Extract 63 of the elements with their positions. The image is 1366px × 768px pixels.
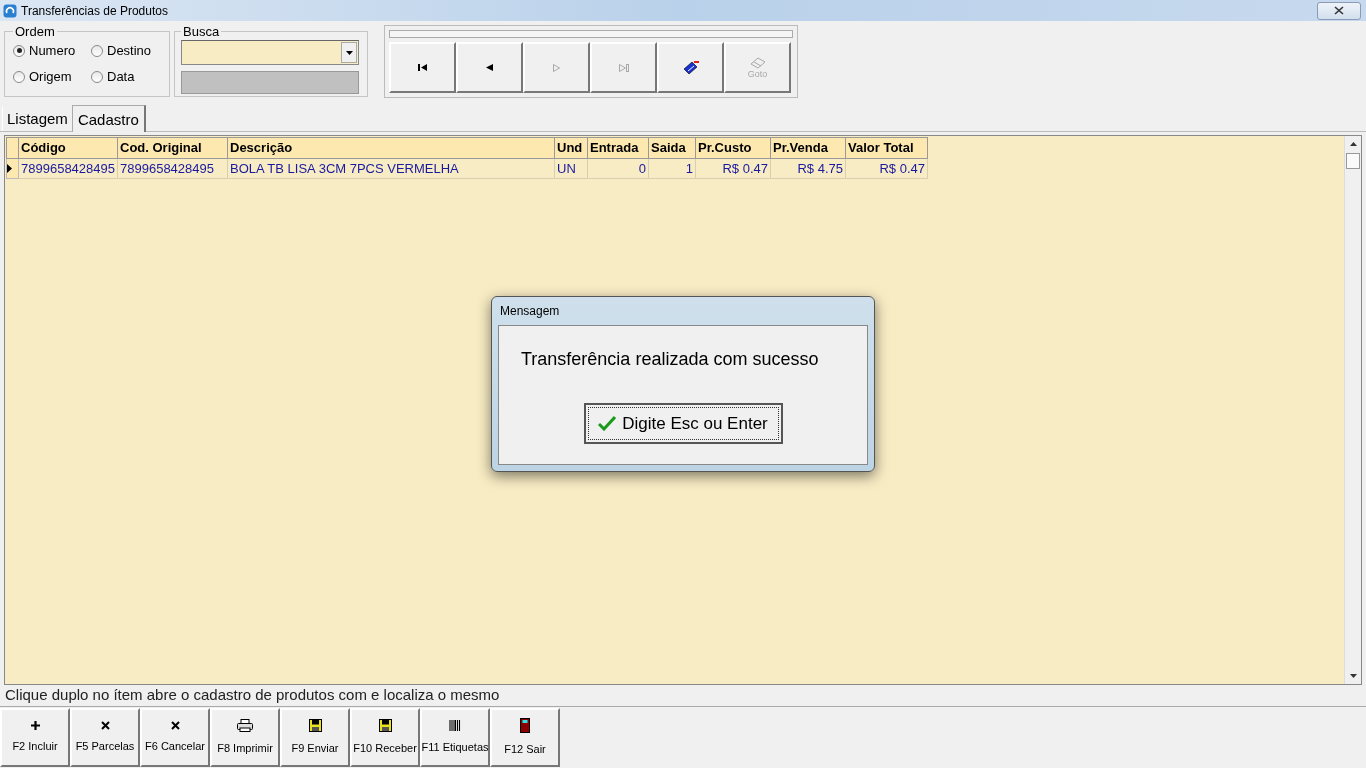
nav-button[interactable] xyxy=(456,42,523,93)
close-button[interactable] xyxy=(1317,1,1361,20)
status-text: Clique duplo no ítem abre o cadastro de produtos com e localiza o mesmo xyxy=(5,685,500,706)
radio-option[interactable]: Origem xyxy=(13,70,91,83)
search-dropdown[interactable] xyxy=(181,40,359,65)
function-button[interactable]: F12 Sair xyxy=(490,708,560,767)
tab[interactable]: Cadastro xyxy=(71,105,146,132)
function-button[interactable]: F9 Enviar xyxy=(280,708,350,767)
function-button[interactable]: F5 Parcelas xyxy=(70,708,140,767)
door-icon xyxy=(520,717,530,733)
table-cell: 1 xyxy=(648,158,696,179)
nav-button[interactable] xyxy=(657,42,724,93)
nav-button[interactable] xyxy=(523,42,590,93)
group-title: Ordem xyxy=(14,25,56,38)
column-header[interactable]: Und xyxy=(554,137,588,158)
function-button[interactable]: F10 Receber xyxy=(350,708,420,767)
printer-icon xyxy=(237,718,253,732)
column-header[interactable]: Entrada xyxy=(587,137,649,158)
radio-option[interactable]: Numero xyxy=(13,44,91,57)
app-icon xyxy=(3,3,17,18)
column-header[interactable]: Saida xyxy=(648,137,696,158)
scroll-down-icon xyxy=(1349,674,1357,678)
close-icon xyxy=(170,720,180,730)
window-title: Transferências de Produtos xyxy=(21,2,168,20)
function-button[interactable]: F8 Imprimir xyxy=(210,708,280,767)
table-cell: UN xyxy=(554,158,588,179)
radio-option[interactable]: Destino xyxy=(91,44,161,57)
dialog-title: Mensagem xyxy=(499,303,560,320)
function-button[interactable]: F6 Cancelar xyxy=(140,708,210,767)
barcode-icon xyxy=(449,719,461,731)
current-row-icon xyxy=(7,163,12,173)
table-cell: BOLA TB LISA 3CM 7PCS VERMELHA xyxy=(227,158,555,179)
function-button[interactable]: F2 Incluir xyxy=(0,708,70,767)
column-header[interactable]: Código xyxy=(18,137,118,158)
nav-button[interactable] xyxy=(389,42,456,93)
table-cell: R$ 0.47 xyxy=(845,158,928,179)
close-icon xyxy=(100,720,110,730)
confirm-button[interactable]: Digite Esc ou Enter xyxy=(583,403,783,444)
vertical-scrollbar[interactable] xyxy=(1344,136,1361,684)
function-button[interactable]: F11 Etiquetas xyxy=(420,708,490,767)
table-cell: 7899658428495 xyxy=(117,158,228,179)
close-icon xyxy=(1334,6,1344,15)
check-icon xyxy=(598,416,617,431)
column-header[interactable]: Pr.Venda xyxy=(770,137,846,158)
radio-option[interactable]: Data xyxy=(91,70,161,83)
scrollbar-thumb[interactable] xyxy=(1346,153,1360,169)
dropdown-arrow-icon xyxy=(345,50,353,55)
table-cell: R$ 4.75 xyxy=(770,158,846,179)
tab[interactable]: Listagem xyxy=(2,107,72,131)
search-field[interactable] xyxy=(181,71,359,94)
column-header[interactable]: Valor Total xyxy=(845,137,928,158)
scroll-up-icon xyxy=(1349,142,1357,146)
table-cell: 7899658428495 xyxy=(18,158,118,179)
plus-icon xyxy=(30,720,40,730)
nav-button[interactable] xyxy=(590,42,657,93)
column-header[interactable]: Descrição xyxy=(227,137,555,158)
column-header[interactable]: Pr.Custo xyxy=(695,137,771,158)
dialog-message: Transferência realizada com sucesso xyxy=(521,348,819,371)
goto-label: Goto xyxy=(747,69,768,79)
table-cell: 0 xyxy=(587,158,649,179)
table-cell: R$ 0.47 xyxy=(695,158,771,179)
column-header[interactable]: Cod. Original xyxy=(117,137,228,158)
group-title: Busca xyxy=(182,25,221,38)
